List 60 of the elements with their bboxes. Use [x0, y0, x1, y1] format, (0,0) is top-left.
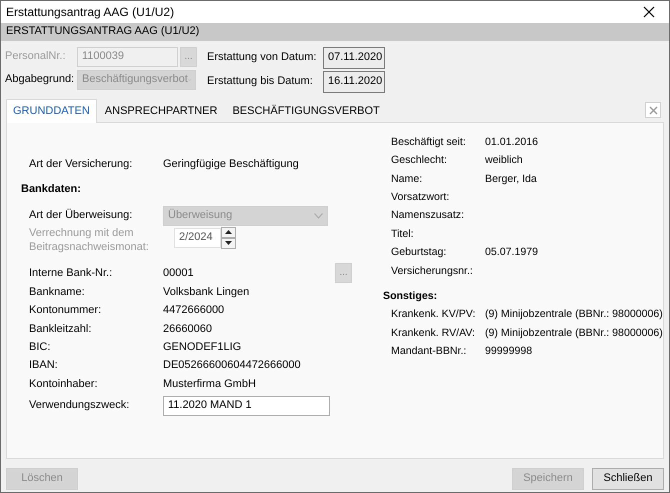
tab[interactable]: BESCHÄFTIGUNGSVERBOT [225, 100, 387, 122]
field-value: Volksbank Lingen [163, 286, 250, 300]
tab[interactable]: GRUNDDATEN [6, 99, 97, 123]
field-value: 05.07.1979 [485, 246, 538, 259]
field-label: Geburtstag: [390, 246, 448, 259]
field-label: Abgabegrund: [5, 73, 76, 87]
tab[interactable]: ANSPRECHPARTNER [98, 100, 224, 122]
field-label: Titel: [390, 228, 415, 240]
field-label: Namenszusatz: [390, 209, 466, 222]
field-value: 99999998 [485, 345, 532, 358]
close-icon [643, 6, 655, 18]
field-label: Erstattung bis Datum: [207, 74, 314, 88]
field-label: Krankenk. KV/PV: [390, 308, 476, 322]
field-label: Art der Versicherung: [28, 158, 134, 171]
field-value: 00001 [163, 266, 194, 280]
field-value: Berger, Ida [485, 172, 537, 186]
field-label: BIC: [28, 341, 52, 354]
field-value: 01.01.2016 [485, 136, 538, 149]
section-heading: Sonstiges: [383, 288, 438, 304]
field-value: (9) Minijobzentrale (BBNr.: 98000006) [485, 326, 663, 340]
field-label: Bankleitzahl: [28, 322, 92, 336]
field-label: Geschlecht: [390, 154, 448, 167]
field-value: Geringfügige Beschäftigung [163, 158, 299, 171]
input-field[interactable]: 11.2020 MAND 1 [163, 396, 330, 416]
field-label: Krankenk. RV/AV: [390, 326, 476, 340]
field-value: GENODEF1LIG [163, 341, 242, 354]
field-label: Name: [390, 172, 424, 186]
close-icon [648, 106, 658, 114]
field-label: Interne Bank-Nr.: [28, 266, 114, 280]
field-value: DE05266600604472666000 [163, 359, 301, 373]
window-title: Erstattungsantrag AAG (U1/U2) [6, 4, 174, 20]
field-label: Vorsatzwort: [390, 191, 450, 204]
field-label: IBAN: [28, 359, 59, 373]
field-label: Mandant-BBNr.: [390, 345, 468, 358]
spin-up-button[interactable] [221, 226, 236, 238]
field-value: 4472666000 [163, 304, 224, 318]
field-value: (9) Minijobzentrale (BBNr.: 98000006) [485, 308, 663, 322]
chevron-down-icon [314, 212, 323, 219]
date-field[interactable]: 07.11.2020 [323, 46, 385, 68]
field-label: Art der Überweisung: [28, 209, 134, 222]
field-label: PersonalNr.: [5, 50, 67, 64]
field-label: Beschäftigt seit: [390, 136, 467, 149]
section-header: ERSTATTUNGSANTRAG AAG (U1/U2) [1, 23, 669, 41]
triangle-up-icon [225, 230, 232, 234]
date-field[interactable]: 16.11.2020 [323, 70, 385, 92]
section-heading: Bankdaten: [21, 182, 82, 197]
triangle-down-icon [225, 241, 232, 246]
field-label: Verrechnung mit dem Beitragsnachweismonat: [28, 226, 150, 254]
field-value: weiblich [485, 154, 523, 167]
close-tab-button[interactable] [645, 102, 661, 118]
spin-down-button[interactable] [221, 238, 236, 249]
field-label: Versicherungsnr.: [390, 264, 474, 278]
field-label: Kontonummer: [28, 304, 102, 318]
field-label: Erstattung von Datum: [207, 50, 318, 64]
field-value: Musterfirma GmbH [163, 378, 256, 392]
field-label: Bankname: [28, 286, 86, 300]
field-value: 26660060 [163, 322, 212, 336]
field-label: Kontoinhaber: [28, 378, 98, 392]
field-label: Verwendungszweck: [28, 399, 130, 412]
dialog-button[interactable]: Schließen [592, 468, 664, 490]
